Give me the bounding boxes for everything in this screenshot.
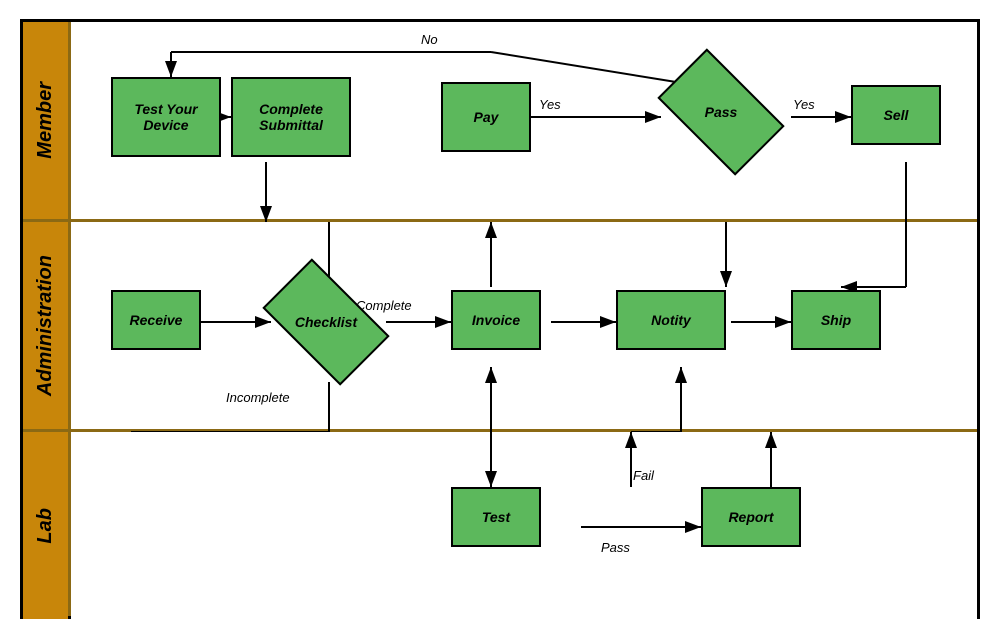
report-box: Report bbox=[701, 487, 801, 547]
invoice-box: Invoice bbox=[451, 290, 541, 350]
notity-box: Notity bbox=[616, 290, 726, 350]
yes-pay-label: Yes bbox=[539, 97, 561, 112]
complete-submittal-box: Complete Submittal bbox=[231, 77, 351, 157]
pass-diamond: Pass bbox=[666, 77, 776, 147]
lane-label-lab: Lab bbox=[23, 432, 68, 619]
lane-label-administration: Administration bbox=[23, 222, 68, 432]
fail-label: Fail bbox=[633, 468, 655, 483]
lane-lab-content: Pass Fail Test Report bbox=[71, 432, 977, 619]
lane-label-member: Member bbox=[23, 22, 68, 222]
no-label: No bbox=[421, 32, 438, 47]
yes-pass-label: Yes bbox=[793, 97, 815, 112]
pass-bottom-label: Pass bbox=[601, 540, 630, 555]
lane-admin-content: Complete Incomplete bbox=[71, 222, 977, 432]
pay-box: Pay bbox=[441, 82, 531, 152]
lane-member-content: No Yes Yes Test Your Device Complete Sub… bbox=[71, 22, 977, 222]
swim-lanes-content: No Yes Yes Test Your Device Complete Sub… bbox=[71, 22, 977, 616]
diagram-wrapper: Member Administration Lab bbox=[20, 19, 980, 619]
test-box: Test bbox=[451, 487, 541, 547]
swim-lane-labels: Member Administration Lab bbox=[23, 22, 71, 616]
receive-box: Receive bbox=[111, 290, 201, 350]
ship-box: Ship bbox=[791, 290, 881, 350]
checklist-diamond: Checklist bbox=[271, 287, 381, 357]
sell-box: Sell bbox=[851, 85, 941, 145]
test-device-box: Test Your Device bbox=[111, 77, 221, 157]
incomplete-label: Incomplete bbox=[226, 390, 290, 405]
